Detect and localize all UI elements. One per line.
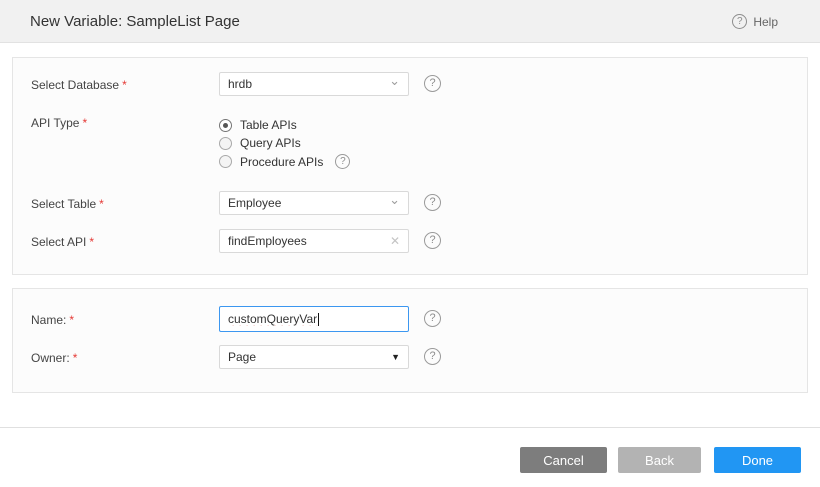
- required-asterisk: *: [82, 116, 87, 130]
- variable-section: Name:* customQueryVar ? Owner:* Page ▼ ?: [12, 288, 808, 393]
- api-field-value: findEmployees: [228, 234, 386, 248]
- back-button[interactable]: Back: [618, 447, 701, 473]
- name-input-value: customQueryVar: [228, 312, 317, 326]
- radio-query-apis-label: Query APIs: [240, 136, 301, 150]
- help-label: Help: [753, 15, 778, 29]
- chevron-down-icon: ⌄: [389, 192, 400, 208]
- radio-selected-icon: [219, 119, 232, 132]
- radio-unselected-icon: [219, 137, 232, 150]
- database-help-icon[interactable]: ?: [424, 75, 441, 92]
- radio-procedure-apis[interactable]: Procedure APIs ?: [219, 154, 350, 169]
- radio-procedure-apis-label: Procedure APIs: [240, 155, 323, 169]
- help-icon: ?: [732, 14, 747, 29]
- radio-table-apis-label: Table APIs: [240, 118, 297, 132]
- done-button[interactable]: Done: [714, 447, 801, 473]
- select-api-label: Select API*: [31, 235, 94, 249]
- select-arrow-icon: ▼: [391, 352, 400, 362]
- table-help-icon[interactable]: ?: [424, 194, 441, 211]
- owner-help-icon[interactable]: ?: [424, 348, 441, 365]
- required-asterisk: *: [122, 78, 127, 92]
- api-search-field[interactable]: findEmployees ✕: [219, 229, 409, 253]
- api-type-label: API Type*: [31, 116, 87, 130]
- database-section: Select Database* hrdb ⌄ ? API Type* Tabl…: [12, 57, 808, 275]
- name-input[interactable]: customQueryVar: [219, 306, 409, 332]
- radio-unselected-icon: [219, 155, 232, 168]
- owner-label: Owner:*: [31, 351, 77, 365]
- page-title: New Variable: SampleList Page: [30, 0, 240, 43]
- radio-table-apis[interactable]: Table APIs: [219, 118, 297, 132]
- api-help-icon[interactable]: ?: [424, 232, 441, 249]
- table-dropdown[interactable]: Employee ⌄: [219, 191, 409, 215]
- required-asterisk: *: [99, 197, 104, 211]
- help-link[interactable]: ? Help: [732, 0, 778, 43]
- required-asterisk: *: [73, 351, 78, 365]
- required-asterisk: *: [89, 235, 94, 249]
- database-dropdown[interactable]: hrdb ⌄: [219, 72, 409, 96]
- select-database-label: Select Database*: [31, 78, 127, 92]
- cancel-button[interactable]: Cancel: [520, 447, 607, 473]
- name-label: Name:*: [31, 313, 74, 327]
- text-caret: [318, 313, 319, 326]
- clear-icon[interactable]: ✕: [390, 234, 400, 248]
- chevron-down-icon: ⌄: [389, 73, 400, 89]
- footer-divider: [0, 427, 820, 428]
- procedure-apis-help-icon[interactable]: ?: [335, 154, 350, 169]
- table-dropdown-value: Employee: [228, 196, 385, 210]
- name-help-icon[interactable]: ?: [424, 310, 441, 327]
- owner-select[interactable]: Page ▼: [219, 345, 409, 369]
- owner-select-value: Page: [228, 350, 387, 364]
- database-dropdown-value: hrdb: [228, 77, 385, 91]
- dialog-header: New Variable: SampleList Page: [0, 0, 820, 43]
- radio-query-apis[interactable]: Query APIs: [219, 136, 301, 150]
- select-table-label: Select Table*: [31, 197, 104, 211]
- required-asterisk: *: [69, 313, 74, 327]
